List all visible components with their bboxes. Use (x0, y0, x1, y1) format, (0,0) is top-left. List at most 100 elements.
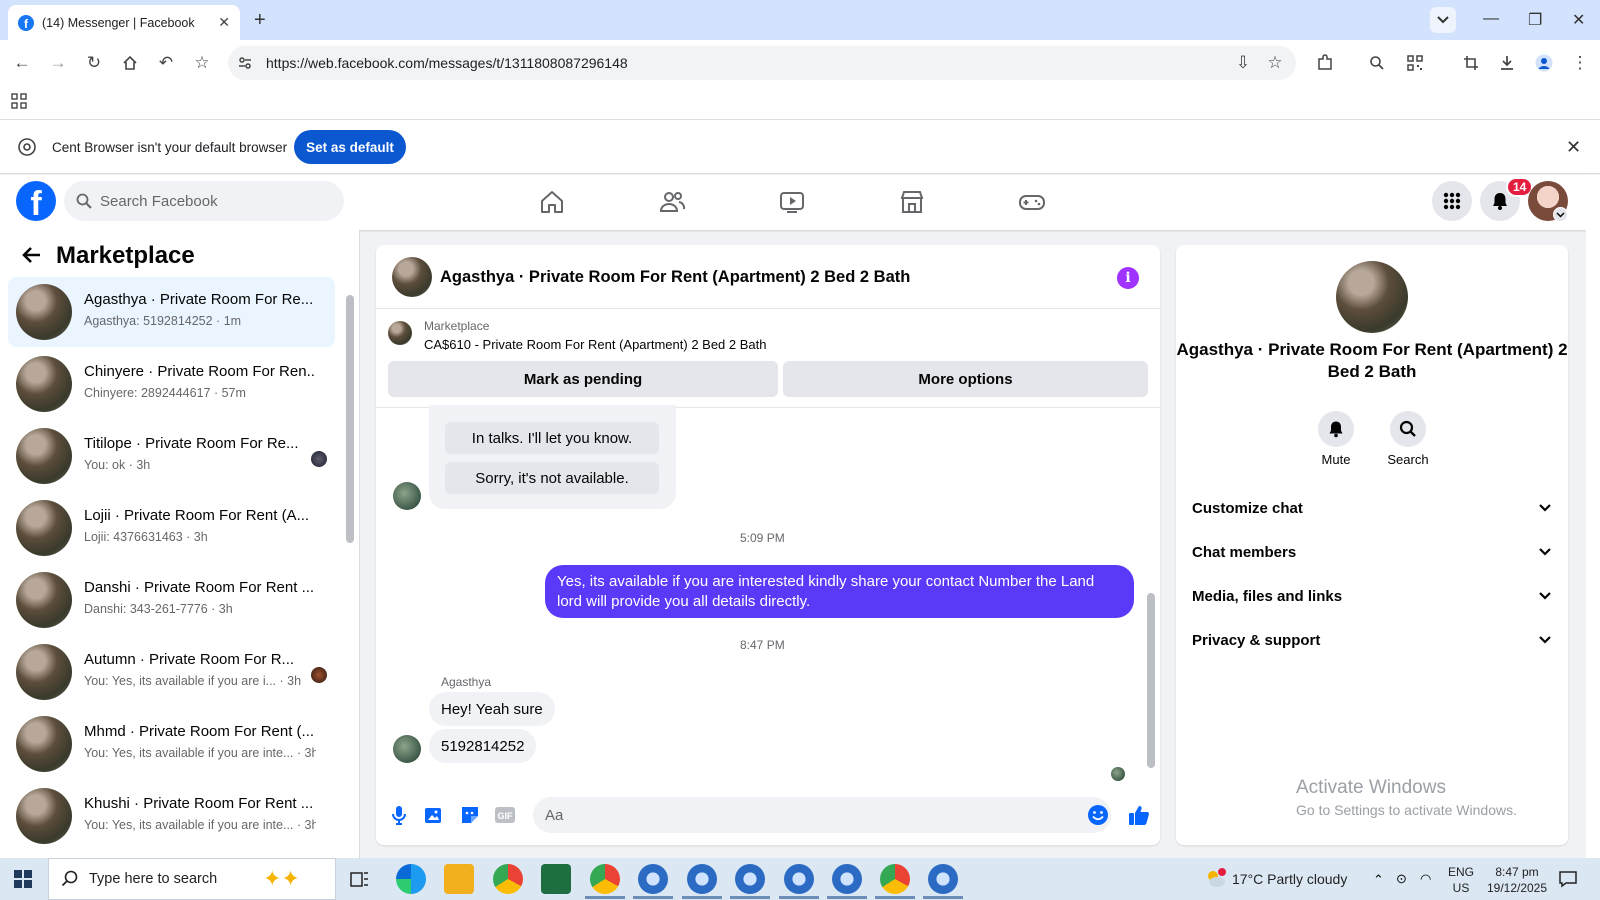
cent-browser-app-icon[interactable] (633, 864, 673, 899)
menu-kebab-icon[interactable]: ⋮ (1569, 52, 1591, 74)
quick-reply-button[interactable]: Sorry, it's not available. (445, 462, 659, 494)
close-window-icon[interactable]: ✕ (1572, 10, 1585, 30)
language-indicator[interactable]: ENG US (1448, 864, 1474, 896)
conversation-item[interactable]: Lojii · Private Room For Rent (A... Loji… (8, 493, 335, 563)
profile-icon[interactable] (1533, 52, 1555, 74)
file-explorer-icon[interactable] (444, 864, 474, 894)
emoji-icon[interactable] (1087, 804, 1111, 828)
excel-app-icon[interactable] (541, 864, 571, 894)
cent-browser-app-icon[interactable] (682, 864, 722, 899)
forward-arrow-icon[interactable]: → (47, 52, 69, 74)
task-view-icon[interactable] (350, 870, 370, 888)
tab-close-icon[interactable]: ✕ (218, 14, 230, 31)
message-input[interactable] (533, 797, 1111, 833)
video-nav-icon[interactable] (778, 188, 806, 216)
microphone-icon[interactable] (387, 803, 411, 827)
quick-reply-button[interactable]: In talks. I'll let you know. (445, 422, 659, 454)
outgoing-message[interactable]: Yes, its available if you are interested… (545, 565, 1134, 618)
qr-code-icon[interactable] (1404, 52, 1426, 74)
infobar-close-icon[interactable]: ✕ (1566, 137, 1581, 158)
site-info-icon[interactable] (234, 52, 256, 74)
facebook-search-input[interactable]: Search Facebook (64, 181, 344, 221)
edge-app-icon[interactable] (396, 864, 426, 894)
listing-thumbnail[interactable] (388, 321, 412, 345)
cent-browser-app-icon[interactable] (923, 864, 963, 899)
browser-tab-messenger[interactable]: f (14) Messenger | Facebook ✕ (8, 5, 240, 40)
menu-grid-icon[interactable] (1432, 181, 1472, 221)
chat-members-row[interactable]: Chat members (1192, 536, 1552, 568)
media-files-links-row[interactable]: Media, files and links (1192, 580, 1552, 612)
weather-text[interactable]: 17°C Partly cloudy (1232, 871, 1347, 887)
bookmark-star-icon[interactable]: ☆ (191, 52, 213, 74)
conversation-item[interactable]: Mhmd · Private Room For Rent (... You: Y… (8, 709, 335, 779)
customize-chat-row[interactable]: Customize chat (1192, 492, 1552, 524)
reload-icon[interactable]: ↻ (83, 52, 105, 74)
windows-start-icon[interactable] (14, 870, 32, 888)
chat-avatar[interactable] (392, 257, 432, 297)
system-tray-chevron-icon[interactable]: ⌃ (1373, 872, 1384, 888)
page-scrollbar[interactable] (1586, 175, 1600, 858)
taskbar-clock[interactable]: 8:47 pm 19/12/2025 (1484, 864, 1550, 896)
wifi-icon[interactable]: ◠ (1420, 871, 1431, 887)
gaming-nav-icon[interactable] (1018, 188, 1046, 216)
chrome-profile-app-icon[interactable] (585, 864, 625, 899)
extensions-puzzle-icon[interactable] (1314, 52, 1336, 74)
mute-bell-icon[interactable] (1318, 411, 1354, 447)
restore-window-icon[interactable]: ❐ (1528, 10, 1542, 30)
tab-search-chevron-icon[interactable] (1430, 7, 1456, 33)
incoming-message[interactable]: 5192814252 (429, 729, 537, 763)
network-icon[interactable]: ⊙ (1396, 871, 1407, 887)
minimize-window-icon[interactable]: — (1483, 10, 1499, 28)
conversation-item[interactable]: Danshi · Private Room For Rent ... Dansh… (8, 565, 335, 635)
undo-close-tab-icon[interactable]: ↶ (155, 52, 177, 74)
back-arrow-icon[interactable] (22, 246, 42, 264)
contact-avatar[interactable] (1336, 261, 1408, 333)
incoming-message[interactable]: Hey! Yeah sure (429, 692, 555, 726)
sticker-icon[interactable] (458, 803, 482, 827)
weather-icon[interactable] (1204, 868, 1226, 888)
mark-as-pending-button[interactable]: Mark as pending (388, 361, 778, 397)
cent-browser-app-icon[interactable] (730, 864, 770, 899)
home-nav-icon[interactable] (538, 188, 566, 216)
gif-icon[interactable]: GIF (493, 803, 517, 827)
conversation-name: Autumn · Private Room For R... (84, 651, 295, 668)
listing-price-title[interactable]: CA$610 - Private Room For Rent (Apartmen… (424, 337, 767, 352)
thumbs-up-icon[interactable] (1127, 803, 1151, 827)
home-icon[interactable] (119, 52, 141, 74)
chat-scrollbar-thumb[interactable] (1147, 593, 1155, 768)
install-app-icon[interactable]: ⇩ (1232, 52, 1254, 74)
privacy-support-row[interactable]: Privacy & support (1192, 624, 1552, 656)
taskbar-search-box[interactable]: Type here to search ✦✦ (48, 858, 336, 900)
cent-browser-app-icon[interactable] (779, 864, 819, 899)
conversation-item[interactable]: Agasthya · Private Room For Re... Agasth… (8, 277, 335, 347)
url-text[interactable]: https://web.facebook.com/messages/t/1311… (266, 55, 628, 71)
chat-title[interactable]: Agasthya · Private Room For Rent (Apartm… (440, 268, 910, 287)
conversation-item[interactable]: Khushi · Private Room For Rent ... You: … (8, 781, 335, 851)
sidebar-scrollbar-thumb[interactable] (346, 295, 354, 543)
downloads-icon[interactable] (1496, 52, 1518, 74)
chrome-app-icon[interactable] (493, 864, 523, 894)
conversation-item[interactable]: Autumn · Private Room For R... You: Yes,… (8, 637, 335, 707)
zoom-search-icon[interactable] (1366, 52, 1388, 74)
chrome-profile-app-icon[interactable] (875, 864, 915, 899)
conversation-item[interactable]: Chinyere · Private Room For Ren... Chiny… (8, 349, 335, 419)
apps-grid-icon[interactable] (11, 93, 27, 109)
conversation-info-icon[interactable]: i (1117, 267, 1139, 289)
marketplace-nav-icon[interactable] (898, 188, 926, 216)
bookmark-page-star-icon[interactable]: ☆ (1264, 52, 1286, 74)
facebook-logo[interactable]: f (16, 181, 56, 221)
cent-browser-app-icon[interactable] (827, 864, 867, 899)
account-chevron-down-icon[interactable] (1553, 207, 1568, 222)
conversation-item[interactable]: Titilope · Private Room For Re... You: o… (8, 421, 335, 491)
photo-gallery-icon[interactable] (422, 803, 446, 827)
new-tab-button[interactable]: + (254, 9, 266, 32)
crop-screenshot-icon[interactable] (1460, 52, 1482, 74)
back-arrow-icon[interactable]: ← (11, 52, 33, 74)
friends-nav-icon[interactable] (658, 188, 686, 216)
more-options-button[interactable]: More options (783, 361, 1148, 397)
conversation-name: Agasthya · Private Room For Re... (84, 291, 314, 308)
chevron-down-icon (1539, 504, 1551, 512)
search-conversation-icon[interactable] (1390, 411, 1426, 447)
set-as-default-button[interactable]: Set as default (294, 130, 406, 164)
notification-center-icon[interactable] (1558, 870, 1578, 888)
